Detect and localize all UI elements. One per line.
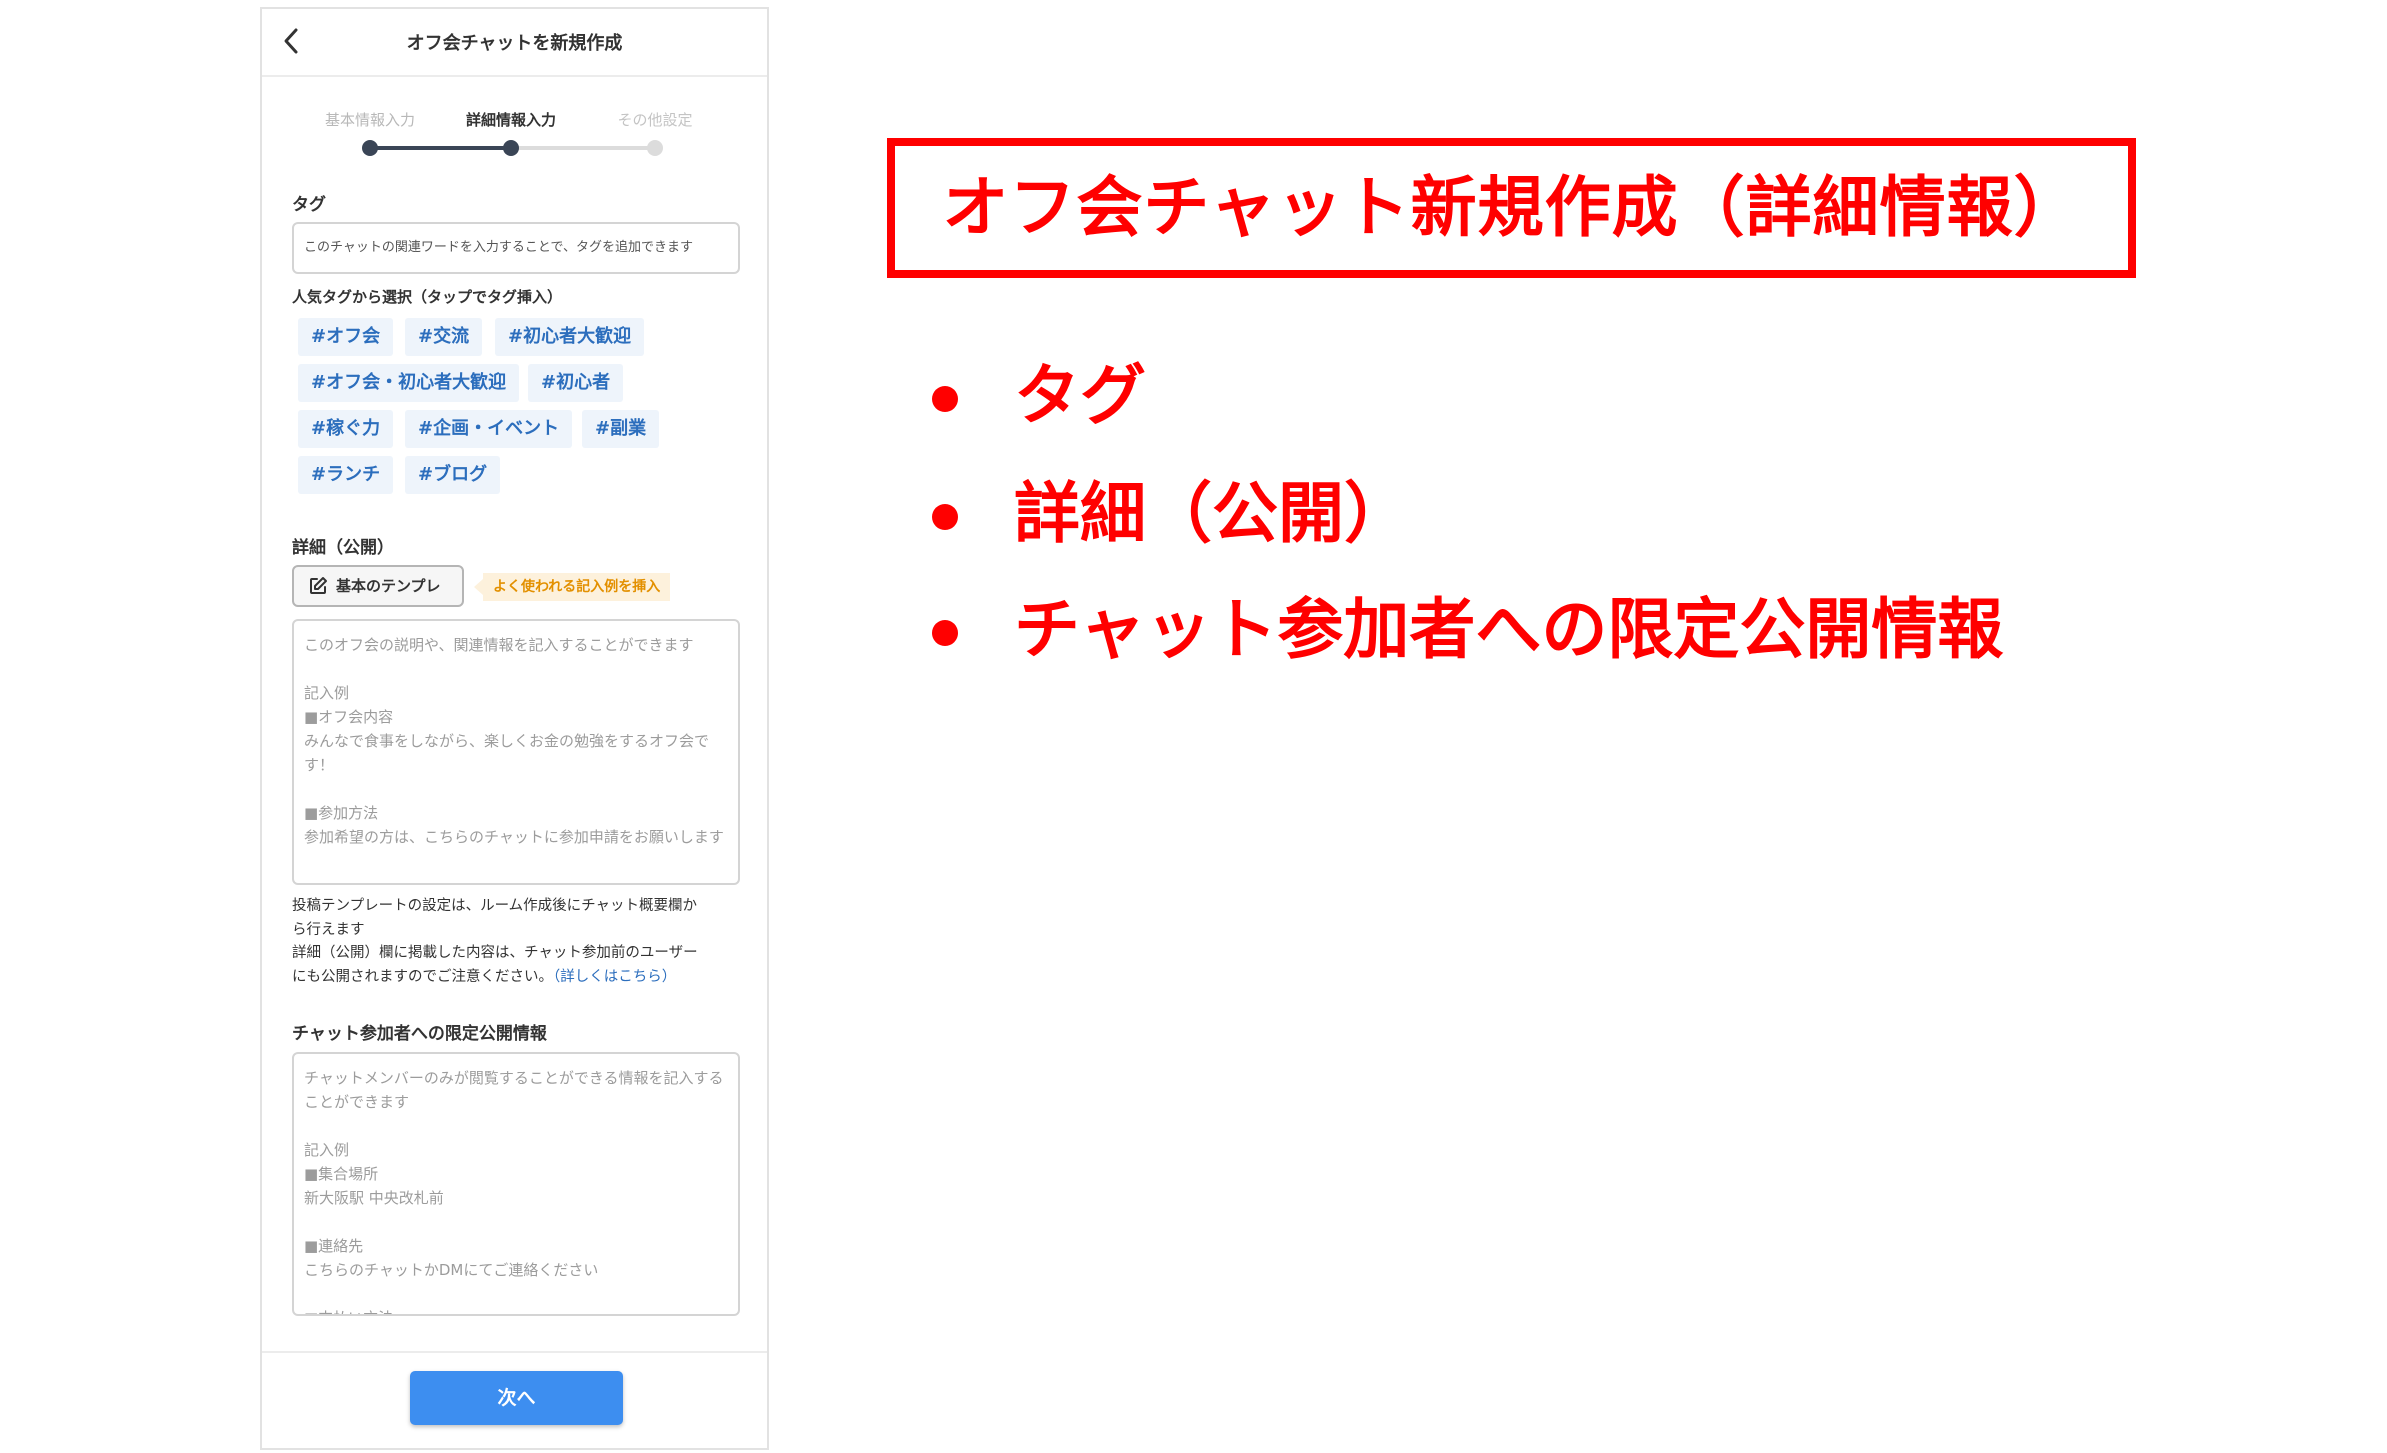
bullet-text: チャット参加者への限定公開情報 [1014,591,2004,668]
tag-chip[interactable]: #オフ会 [298,318,394,356]
template-button-label: 基本のテンプレ [336,577,441,595]
tag-section-label: タグ [292,195,326,215]
limited-section-label: チャット参加者への限定公開情報 [292,1024,547,1044]
tag-chip[interactable]: #副業 [582,410,660,448]
tag-chip[interactable]: #企画・イベント [405,410,573,448]
template-hint: よく使われる記入例を挿入 [483,573,671,601]
tag-chip[interactable]: #ブログ [405,456,501,494]
bullet-text: 詳細（公開） [1014,475,1410,552]
bullet-dot [932,386,958,412]
annotation-headline: オフ会チャット新規作成（詳細情報） [942,169,2081,246]
bullet-text: タグ [1014,357,1146,434]
next-button[interactable]: 次へ [410,1371,623,1425]
detail-section-label: 詳細（公開） [292,538,394,558]
details-link[interactable]: （詳しくはこちら） [553,969,676,985]
note-line: 投稿テンプレートの設定は、ルーム作成後にチャット概要欄か [292,898,697,914]
phone-screen: オフ会チャットを新規作成 基本情報入力 詳細情報入力 その他設定 タグ このチャ… [260,7,769,1450]
tag-chip[interactable]: #ランチ [298,456,394,494]
step-dot-2 [503,140,519,156]
tag-input[interactable]: このチャットの関連ワードを入力することで、タグを追加できます [292,222,740,274]
tag-chip[interactable]: #交流 [405,318,483,356]
note-line-text: にも公開されますのでご注意ください。 [292,968,553,985]
note-line: ら行えます [292,921,365,938]
tag-chip[interactable]: #初心者大歓迎 [495,318,645,356]
hint-arrow [474,579,483,595]
bullet-dot [932,620,958,646]
note-line: にも公開されますのでご注意ください。（詳しくはこちら） [292,966,744,990]
basic-template-button[interactable]: 基本のテンプレ [292,565,464,607]
tag-chip[interactable]: #初心者 [528,364,624,402]
step-basic-info: 基本情報入力 [324,111,416,129]
note-line: 詳細（公開）欄に掲載した内容は、チャット参加前のユーザー [292,945,698,961]
step-line-remaining [511,146,655,150]
tag-chip[interactable]: #オフ会・初心者大歓迎 [298,364,520,402]
edit-icon [310,577,327,594]
annotation-headline-box: オフ会チャット新規作成（詳細情報） [887,138,2136,278]
step-indicator: 基本情報入力 詳細情報入力 その他設定 [262,101,767,161]
popular-tags-label: 人気タグから選択（タップでタグ挿入） [292,288,563,306]
step-dot-3 [647,140,663,156]
footer-bar: 次へ [262,1351,767,1448]
limited-textarea[interactable]: チャットメンバーのみが閲覧することができる情報を記入することができます 記入例 … [292,1052,740,1316]
step-dot-1 [362,140,378,156]
step-detail-info: 詳細情報入力 [465,111,557,129]
app-bar: オフ会チャットを新規作成 [262,9,767,77]
bullet-dot [932,504,958,530]
page-title: オフ会チャットを新規作成 [406,33,623,54]
step-line-completed [370,146,511,150]
step-other-settings: その他設定 [617,111,693,129]
detail-note: 投稿テンプレートの設定は、ルーム作成後にチャット概要欄か ら行えます 詳細（公開… [292,895,744,989]
tag-chip[interactable]: #稼ぐ力 [298,410,394,448]
detail-textarea[interactable]: このオフ会の説明や、関連情報を記入することができます 記入例 ■オフ会内容 みん… [292,619,740,885]
